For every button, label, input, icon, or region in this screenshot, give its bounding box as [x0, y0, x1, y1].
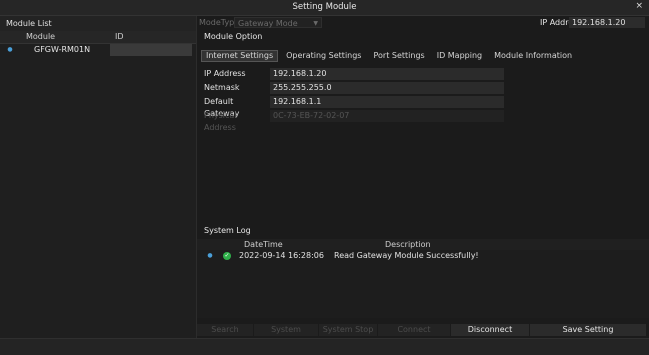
default-gateway-label: Default Gateway	[204, 97, 240, 118]
system-log-panel: System Log DateTime Description ● ✓ 2022…	[197, 224, 649, 322]
physical-address-input: 0C-73-EB-72-02-07	[270, 110, 504, 122]
disconnect-button[interactable]: Disconnect	[451, 323, 529, 336]
mode-type-select[interactable]: Gateway Mode ▼	[234, 17, 322, 28]
title-bar: Setting Module ×	[0, 0, 649, 16]
tab-operating-settings[interactable]: Operating Settings	[282, 50, 365, 62]
row-indicator-icon: ●	[7, 46, 13, 53]
ip-address-field[interactable]: 192.168.1.20	[569, 17, 645, 28]
system-log-header: DateTime Description	[197, 239, 649, 250]
close-icon[interactable]: ×	[635, 1, 643, 11]
module-list-header: Module ID	[0, 31, 196, 44]
netmask-input[interactable]: 255.255.255.0	[270, 82, 504, 94]
search-button[interactable]: Search	[197, 323, 253, 336]
system-log-heading: System Log	[204, 226, 251, 235]
mode-type-value: Gateway Mode	[238, 19, 298, 28]
module-option-heading: Module Option	[204, 32, 263, 41]
mode-bar: ModeType Gateway Mode ▼ IP Address 192.1…	[197, 16, 649, 30]
module-row[interactable]: ● GFGW-RM01N	[0, 44, 196, 56]
log-row[interactable]: ● ✓ 2022-09-14 16:28:06 Read Gateway Mod…	[197, 250, 649, 261]
tab-module-information[interactable]: Module Information	[490, 50, 576, 62]
action-bar: Search System Running System Stop Connec…	[197, 322, 649, 346]
log-datetime: 2022-09-14 16:28:06	[239, 251, 324, 260]
tab-internet-settings[interactable]: Internet Settings	[201, 50, 279, 62]
module-name: GFGW-RM01N	[34, 45, 91, 54]
system-stop-button[interactable]: System Stop	[319, 323, 377, 336]
netmask-label: Netmask	[204, 83, 240, 92]
tab-port-settings[interactable]: Port Settings	[369, 50, 428, 62]
module-list-heading: Module List	[0, 16, 196, 31]
column-id[interactable]: ID	[115, 31, 195, 43]
internet-settings-form: IP Address 192.168.1.20 Netmask 255.255.…	[201, 68, 649, 132]
default-gateway-row: Default Gateway 192.168.1.1	[201, 96, 649, 118]
system-log-list[interactable]: ● ✓ 2022-09-14 16:28:06 Read Gateway Mod…	[197, 250, 649, 318]
log-description: Read Gateway Module Successfully!	[334, 251, 479, 260]
module-list-panel: Module List Module ID ● GFGW-RM01N	[0, 16, 197, 338]
chevron-down-icon: ▼	[313, 20, 318, 27]
ip-address-setting-label: IP Address	[204, 69, 246, 78]
success-check-icon: ✓	[223, 251, 231, 260]
tab-id-mapping[interactable]: ID Mapping	[433, 50, 486, 62]
module-option-tabs: Internet Settings Operating Settings Por…	[201, 50, 580, 62]
ip-address-input[interactable]: 192.168.1.20	[270, 68, 504, 80]
netmask-row: Netmask 255.255.255.0	[201, 82, 649, 94]
column-module[interactable]: Module	[0, 31, 115, 43]
window-title: Setting Module	[292, 2, 357, 12]
connect-button[interactable]: Connect	[378, 323, 450, 336]
column-datetime[interactable]: DateTime	[197, 239, 342, 250]
row-indicator-icon: ●	[207, 252, 213, 259]
module-id-cell[interactable]	[110, 44, 192, 56]
system-running-button[interactable]: System Running	[254, 323, 318, 346]
physical-address-row: Physical Address 0C-73-EB-72-02-07	[201, 110, 649, 132]
ip-address-row: IP Address 192.168.1.20	[201, 68, 649, 80]
column-description[interactable]: Description	[342, 239, 431, 250]
save-setting-button[interactable]: Save Setting	[530, 323, 646, 336]
status-bar	[0, 338, 649, 355]
default-gateway-input[interactable]: 192.168.1.1	[270, 96, 504, 108]
physical-address-label: Physical Address	[204, 111, 237, 132]
